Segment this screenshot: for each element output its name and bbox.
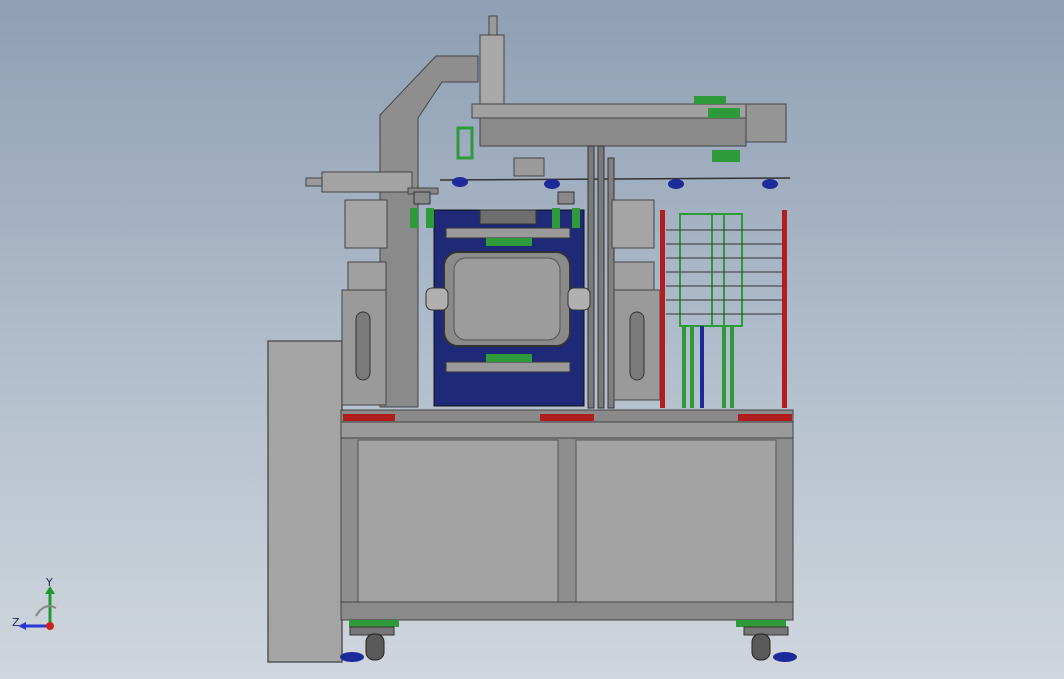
z-axis-label: Z [12,616,20,629]
right-column[interactable] [611,199,661,401]
axis-arrows-icon [18,586,57,630]
coordinate-triad: Y Z [8,576,68,638]
side-cabinet[interactable] [267,340,343,663]
machine-assembly-model[interactable] [0,0,1064,679]
top-gantry-beam[interactable] [439,96,791,181]
y-axis-label: Y [46,576,53,589]
vertical-actuator[interactable] [479,15,505,106]
caster-right[interactable] [743,626,797,662]
base-frame[interactable] [340,409,794,627]
caster-left[interactable] [340,626,395,662]
vertical-posts[interactable] [587,145,615,409]
rotary-fixture[interactable] [425,209,591,407]
part-magazine[interactable] [660,210,787,408]
cad-viewport[interactable]: Y Z [0,0,1064,679]
gripper-left[interactable] [410,191,434,228]
